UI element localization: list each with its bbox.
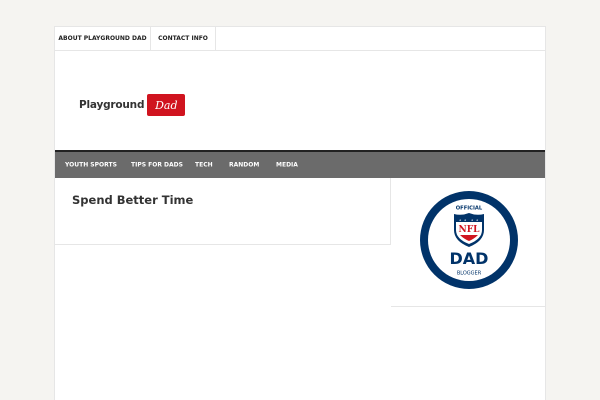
badge-top-text: OFFICIAL: [456, 206, 483, 212]
logo-wordmark: Playground: [79, 99, 145, 111]
nav-item-youth-sports[interactable]: YOUTH SPORTS: [65, 162, 117, 169]
page-title: Spend Better Time: [72, 193, 194, 207]
top-bar: ABOUT PLAYGROUND DAD CONTACT INFO: [55, 26, 545, 51]
sidebar: OFFICIAL ★ ★ ★ ★ NFL DAD BLOGGER: [391, 178, 546, 307]
logo-badge: Dad: [147, 94, 186, 116]
topbar-link-about[interactable]: ABOUT PLAYGROUND DAD: [55, 27, 151, 50]
badge-main-text: DAD: [450, 249, 489, 268]
nav-item-random[interactable]: RANDOM: [229, 162, 259, 169]
nfl-dad-blogger-badge[interactable]: OFFICIAL ★ ★ ★ ★ NFL DAD BLOGGER: [419, 190, 519, 290]
shield-text: NFL: [459, 225, 481, 235]
site-header: Playground Dad: [55, 51, 545, 150]
main-nav: YOUTH SPORTS TIPS FOR DADS TECH RANDOM M…: [55, 150, 545, 178]
main-content: Spend Better Time: [55, 178, 391, 245]
site-container: ABOUT PLAYGROUND DAD CONTACT INFO Playgr…: [54, 26, 546, 400]
badge-bottom-text: BLOGGER: [457, 271, 482, 277]
nav-item-tech[interactable]: TECH: [195, 162, 213, 169]
site-logo[interactable]: Playground Dad: [79, 94, 186, 116]
topbar-link-contact[interactable]: CONTACT INFO: [151, 27, 216, 50]
nav-item-media[interactable]: MEDIA: [276, 162, 298, 169]
nav-item-tips-for-dads[interactable]: TIPS FOR DADS: [131, 162, 183, 169]
